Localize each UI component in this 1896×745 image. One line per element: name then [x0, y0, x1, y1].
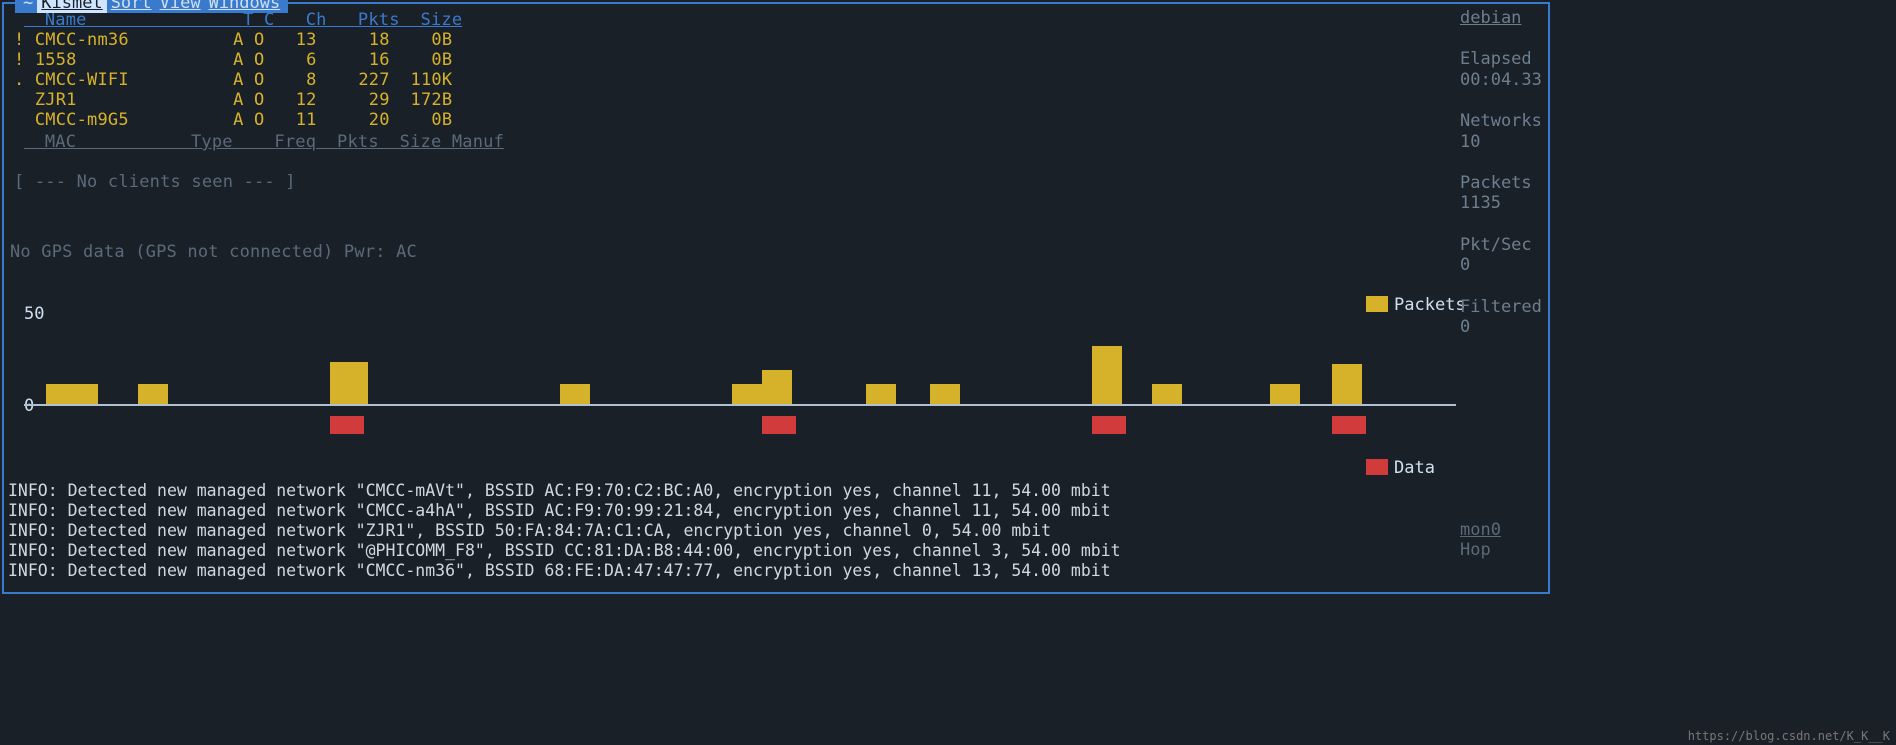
x-axis-line — [24, 404, 1456, 406]
networks-label: Networks — [1460, 111, 1542, 131]
pktsec-label: Pkt/Sec — [1460, 235, 1532, 255]
y-axis-max-label: 50 — [24, 304, 44, 324]
data-bar — [330, 416, 364, 434]
menu-view[interactable]: View — [156, 0, 205, 13]
no-clients-line: [ --- No clients seen --- ] — [14, 172, 1548, 192]
packet-bar — [732, 384, 762, 404]
packet-bar — [330, 362, 368, 404]
packets-value: 1135 — [1460, 193, 1501, 213]
client-list-header: MAC Type Freq Pkts Size Manuf — [24, 132, 1548, 152]
legend-label: Packets — [1394, 295, 1466, 315]
pktsec-value: 0 — [1460, 255, 1470, 275]
packet-bar — [1332, 364, 1362, 404]
packet-bar — [866, 384, 896, 404]
packet-bar — [46, 384, 98, 404]
menubar: ~ Kismet Sort View Windows — [15, 0, 288, 13]
network-row[interactable]: ! 1558 A O 6 16 0B — [14, 50, 1548, 70]
packet-bar — [138, 384, 168, 404]
menu-tilde: ~ — [19, 0, 37, 13]
data-bar — [1092, 416, 1126, 434]
legend-swatch — [1366, 459, 1388, 475]
packet-bar — [762, 370, 792, 404]
y-axis-zero-label: 0 — [24, 396, 34, 416]
network-row[interactable]: ! CMCC-nm36 A O 13 18 0B — [14, 30, 1548, 50]
networks-value: 10 — [1460, 132, 1480, 152]
hostname-label: debian — [1460, 8, 1542, 28]
gps-status-line: No GPS data (GPS not connected) Pwr: AC — [10, 242, 1548, 262]
watermark: https://blog.csdn.net/K_K__K — [1688, 729, 1890, 743]
interface-label: mon0 — [1460, 520, 1501, 540]
packet-bar — [930, 384, 960, 404]
network-list-header: Name T C Ch Pkts Size — [24, 10, 1548, 30]
legend-packets: Packets — [1366, 295, 1466, 315]
capture-source-sidebar: mon0 Hop — [1460, 520, 1501, 560]
network-row[interactable]: . CMCC-WIFI A O 8 227 110K — [14, 70, 1548, 90]
packet-bar — [560, 384, 590, 404]
legend-data: Data — [1366, 458, 1435, 478]
network-row[interactable]: ZJR1 A O 12 29 172B — [14, 90, 1548, 110]
menu-windows[interactable]: Windows — [205, 0, 285, 13]
legend-label: Data — [1394, 458, 1435, 478]
data-bar — [762, 416, 796, 434]
packet-bar — [1092, 346, 1122, 404]
filtered-label: Filtered — [1460, 297, 1542, 317]
packet-bar — [1270, 384, 1300, 404]
menu-sort[interactable]: Sort — [107, 0, 156, 13]
hop-mode-label: Hop — [1460, 540, 1491, 560]
menu-kismet[interactable]: Kismet — [37, 0, 106, 13]
data-bar — [1332, 416, 1366, 434]
elapsed-label: Elapsed — [1460, 49, 1532, 69]
log-panel: INFO: Detected new managed network "CMCC… — [8, 481, 1121, 581]
filtered-value: 0 — [1460, 317, 1470, 337]
elapsed-value: 00:04.33 — [1460, 70, 1542, 90]
packets-label: Packets — [1460, 173, 1532, 193]
network-row[interactable]: CMCC-m9G5 A O 11 20 0B — [14, 110, 1548, 130]
packet-bar — [1152, 384, 1182, 404]
status-sidebar: debian Elapsed 00:04.33 Networks 10 Pack… — [1460, 8, 1542, 358]
legend-swatch — [1366, 296, 1388, 312]
network-list: ! CMCC-nm36 A O 13 18 0B! 1558 A O 6 16 … — [4, 30, 1548, 130]
